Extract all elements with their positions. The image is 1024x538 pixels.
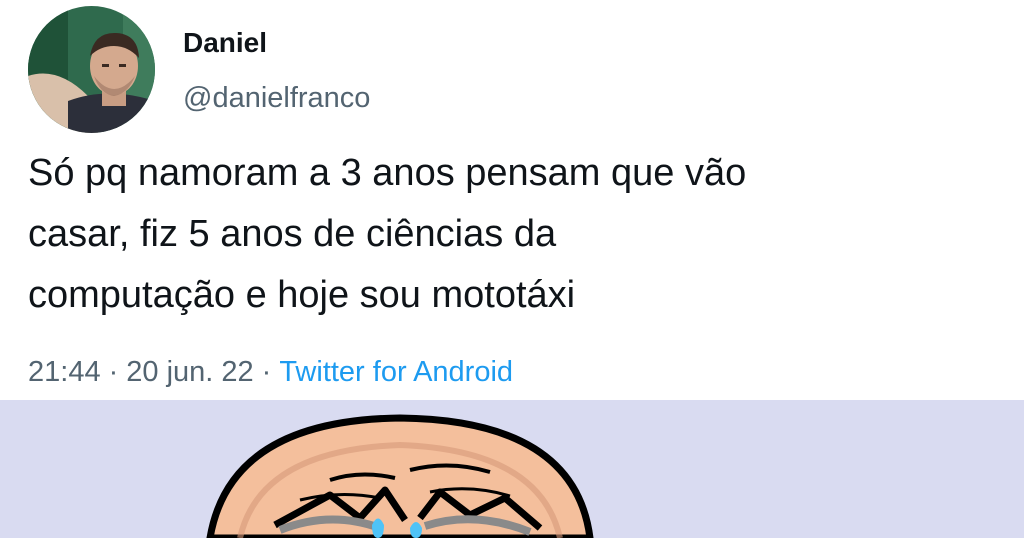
profile-photo-icon [28, 6, 155, 133]
tweet-text-line: Só pq namoram a 3 anos pensam que vão [28, 152, 747, 194]
avatar[interactable] [28, 6, 155, 133]
tweet-date[interactable]: 20 jun. 22 [126, 356, 253, 388]
crying-rage-face-icon [206, 414, 594, 538]
meme-image [0, 400, 1024, 538]
author-name[interactable]: Daniel [183, 27, 267, 59]
tweet-text-line: casar, fiz 5 anos de ciências da [28, 213, 557, 255]
tweet-text-line: computação e hoje sou mototáxi [28, 274, 576, 316]
tweet-time[interactable]: 21:44 [28, 356, 101, 388]
tweet-text: Só pq namoram a 3 anos pensam que vão ca… [28, 143, 1008, 326]
tweet-card: Daniel @danielfranco Só pq namoram a 3 a… [0, 0, 1024, 400]
tweet-source-link[interactable]: Twitter for Android [279, 356, 513, 388]
tweet-metadata: 21:44 · 20 jun. 22 · Twitter for Android [28, 356, 513, 389]
meta-separator: · [261, 356, 272, 388]
author-handle[interactable]: @danielfranco [183, 82, 370, 115]
meta-separator: · [108, 356, 119, 388]
